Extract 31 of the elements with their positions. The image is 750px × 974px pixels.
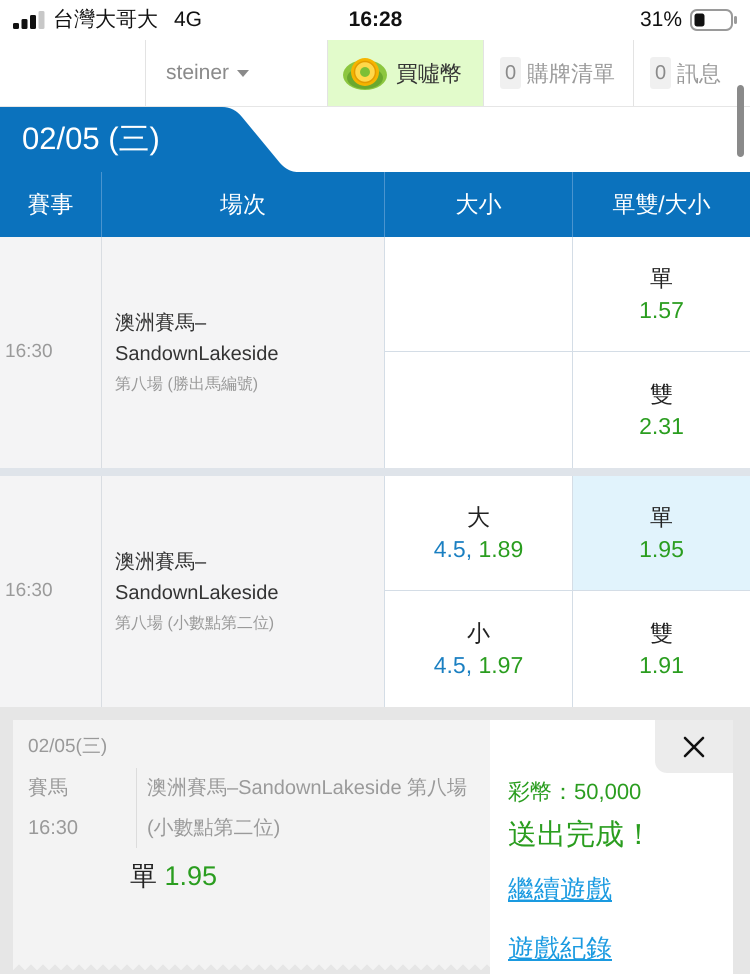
- event-name: 澳洲賽馬–SandownLakeside: [115, 550, 280, 606]
- ticket-time: 16:30: [28, 816, 80, 841]
- battery-icon: [690, 9, 738, 31]
- count-badge: 0: [500, 57, 522, 89]
- time-cell: 16:30: [0, 237, 101, 468]
- market-name: 第八場 (勝出馬編號): [115, 374, 260, 395]
- coin-balance: 彩幣：50,000: [508, 778, 642, 806]
- buy-coins-button[interactable]: 買噓幣: [327, 40, 483, 106]
- event-description: 澳洲賽馬–SandownLakeside 第八場 (小數點第二位): [136, 768, 480, 848]
- close-icon: [683, 736, 705, 758]
- odds-option[interactable]: 單 1.57: [572, 237, 750, 352]
- close-button[interactable]: [655, 720, 733, 773]
- column-header: 賽事: [26, 190, 74, 220]
- market-name: 第八場 (小數點第二位): [115, 614, 276, 634]
- sport-label: 賽馬: [28, 776, 69, 801]
- event-name: 澳洲賽馬–SandownLakeside: [115, 311, 280, 367]
- battery-percent: 31%: [640, 7, 682, 34]
- clock-time: 16:28: [348, 7, 402, 34]
- count-badge: 0: [650, 57, 672, 89]
- bet-selection: 單 1.95: [130, 860, 218, 893]
- time-cell: 16:30: [0, 476, 101, 707]
- signal-icon: [13, 11, 45, 29]
- scrollbar-thumb: [737, 85, 744, 157]
- odds-option[interactable]: 大 4.5, 1.89: [384, 476, 572, 591]
- odds-option[interactable]: 單 1.95: [572, 476, 750, 591]
- date-tab[interactable]: 02/05 (三): [0, 107, 296, 172]
- network-type: 4G: [174, 7, 202, 34]
- success-message: 送出完成！: [508, 818, 653, 853]
- caret-icon: [237, 70, 250, 76]
- carrier-name: 台灣大哥大: [53, 7, 158, 34]
- ticket-date: 02/05(三): [28, 735, 108, 759]
